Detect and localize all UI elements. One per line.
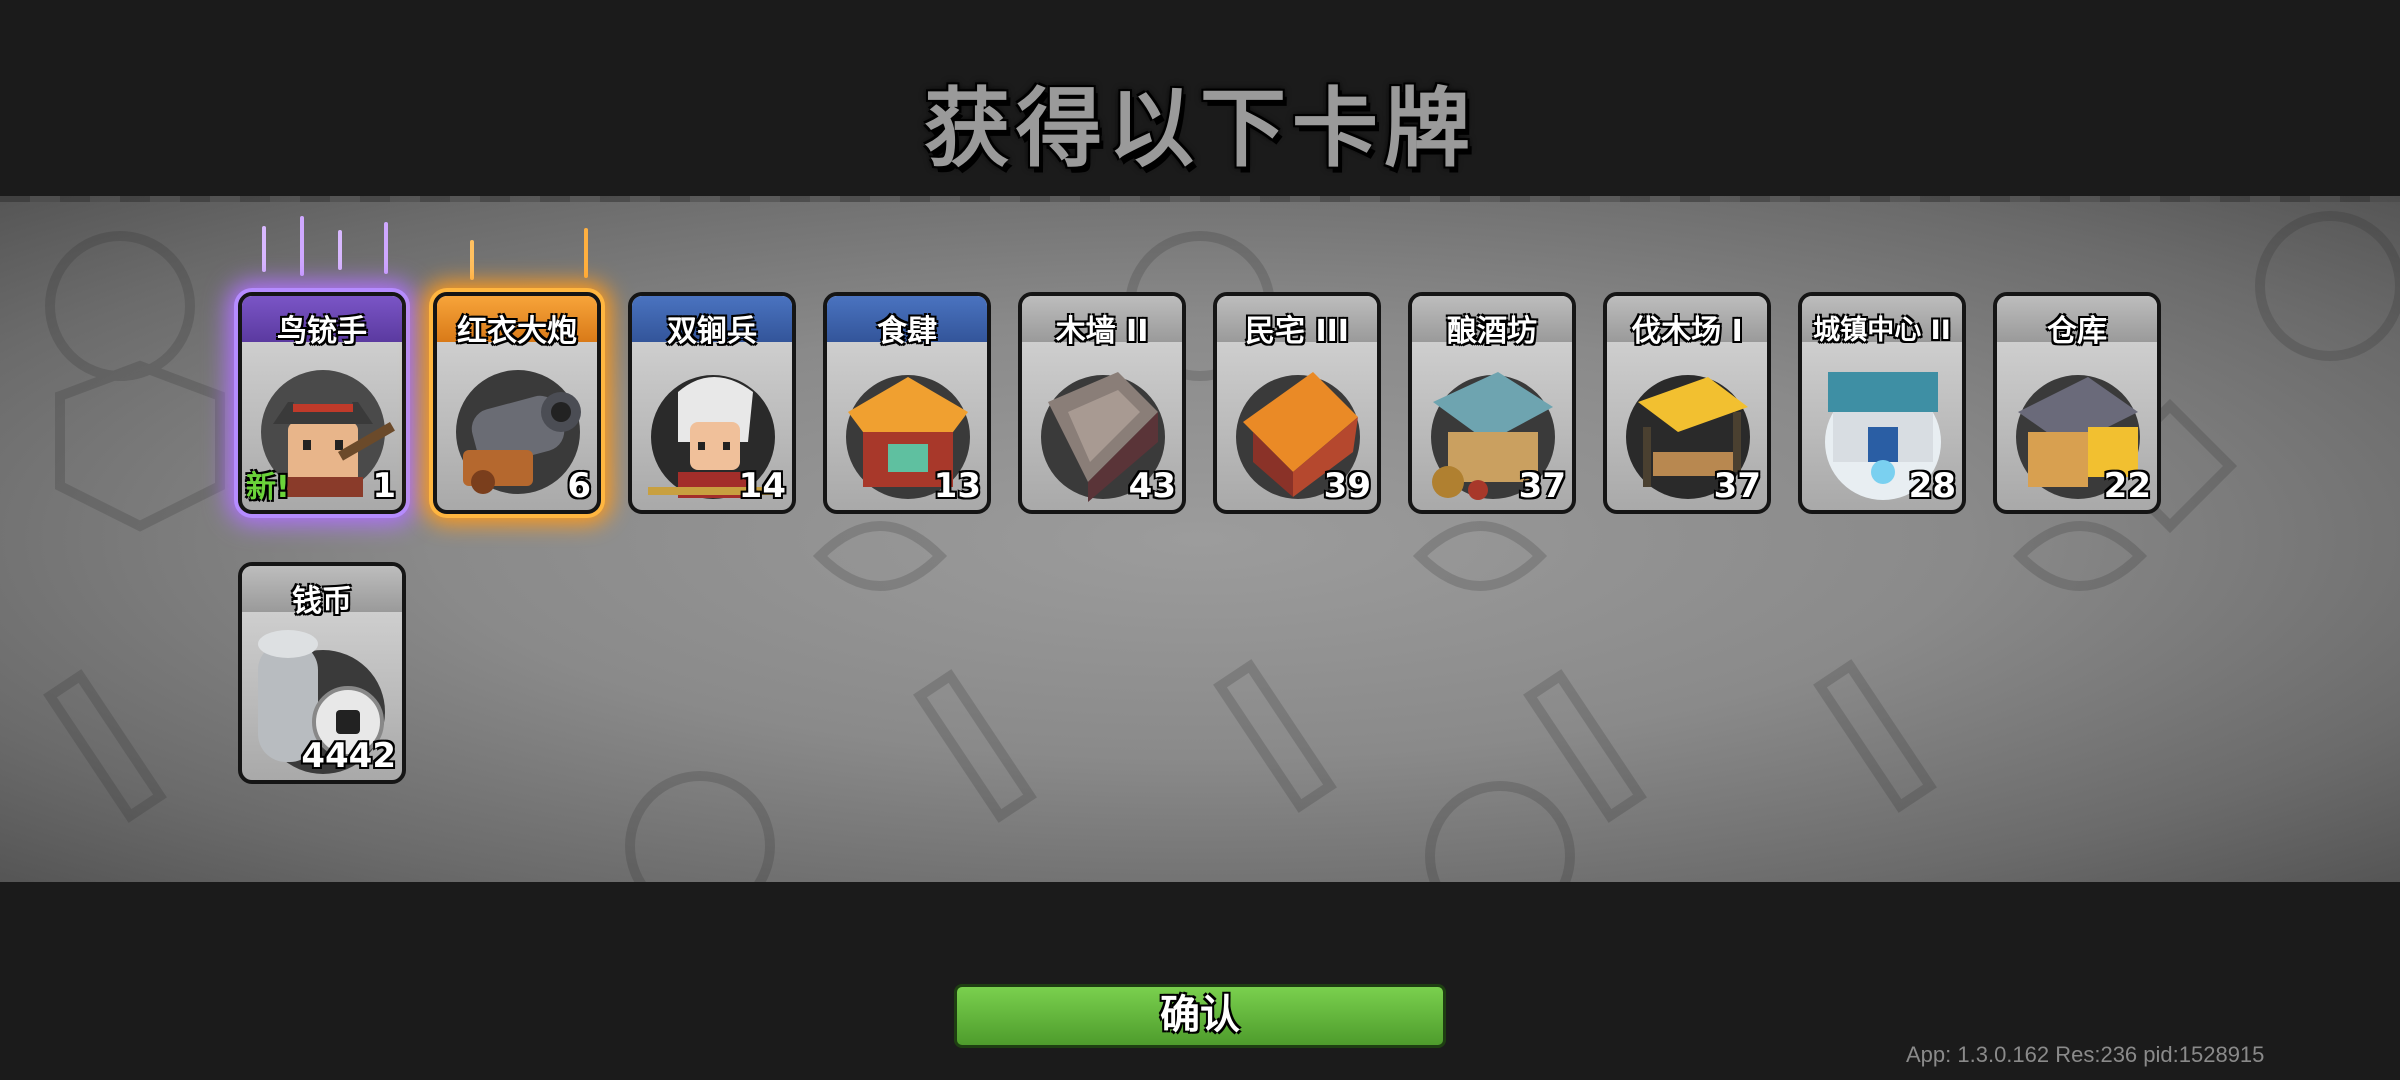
- card-name: 食肆: [877, 314, 937, 349]
- sparkle-effect: [470, 240, 474, 280]
- card-name: 钱币: [292, 584, 352, 619]
- card-count: 22: [2103, 466, 2151, 506]
- card-red-cannon[interactable]: 红衣大炮 6: [433, 292, 601, 514]
- sparkle-effect: [262, 226, 266, 272]
- card-count: 28: [1908, 466, 1956, 506]
- card-count: 4442: [301, 736, 396, 776]
- card-name: 木墙 II: [1055, 314, 1149, 349]
- new-badge: 新!: [246, 470, 290, 505]
- confirm-button[interactable]: 确认: [954, 984, 1446, 1048]
- sparkle-effect: [300, 216, 304, 276]
- card-name: 民宅 III: [1245, 314, 1349, 349]
- sparkle-effect: [384, 222, 388, 274]
- card-wooden-wall[interactable]: 木墙 II 43: [1018, 292, 1186, 514]
- card-count: 37: [1518, 466, 1566, 506]
- card-warrior[interactable]: 双锏兵 14: [628, 292, 796, 514]
- card-house[interactable]: 民宅 III 39: [1213, 292, 1381, 514]
- card-name: 红衣大炮: [457, 314, 577, 349]
- card-lumber-mill[interactable]: 伐木场 I 37: [1603, 292, 1771, 514]
- card-count: 14: [738, 466, 786, 506]
- card-count: 6: [567, 466, 591, 506]
- card-name: 酿酒坊: [1447, 314, 1537, 349]
- card-count: 43: [1128, 466, 1176, 506]
- card-count: 39: [1323, 466, 1371, 506]
- card-restaurant[interactable]: 食肆 13: [823, 292, 991, 514]
- card-name: 仓库: [2047, 314, 2107, 349]
- card-brewery[interactable]: 酿酒坊 37: [1408, 292, 1576, 514]
- card-count: 37: [1713, 466, 1761, 506]
- sparkle-effect: [584, 228, 588, 278]
- card-musketeer[interactable]: 鸟铳手 新! 1: [238, 292, 406, 514]
- version-text: App: 1.3.0.162 Res:236 pid:1528915: [1906, 1042, 2265, 1067]
- sparkle-effect: [338, 230, 342, 270]
- card-coin[interactable]: 钱币 4442: [238, 562, 406, 784]
- card-name: 鸟铳手: [277, 314, 367, 349]
- card-count: 1: [372, 466, 396, 506]
- card-name: 城镇中心 II: [1813, 315, 1951, 346]
- card-warehouse[interactable]: 仓库 22: [1993, 292, 2161, 514]
- card-name: 双锏兵: [667, 314, 757, 349]
- card-town-center[interactable]: 城镇中心 II 28: [1798, 292, 1966, 514]
- card-name: 伐木场 I: [1631, 314, 1743, 349]
- card-count: 13: [933, 466, 981, 506]
